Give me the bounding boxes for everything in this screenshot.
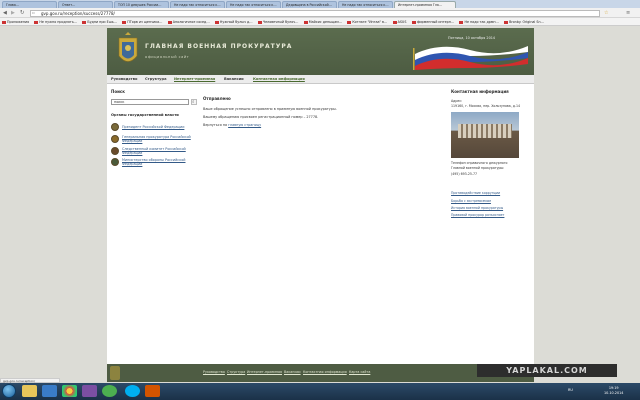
nav-item-contacts[interactable]: Контактная информация [253, 77, 305, 81]
app-icon[interactable] [102, 385, 117, 397]
bookmark[interactable]: Нужный булыч д… [213, 18, 255, 25]
page-icon: ▫ [32, 10, 35, 15]
site-subtitle: официальный сайт [145, 55, 190, 59]
reload-icon[interactable]: ↻ [20, 10, 25, 16]
main-nav [107, 75, 534, 84]
back-icon[interactable]: ◀ [3, 10, 7, 16]
app-icon[interactable] [145, 385, 160, 397]
bookmark[interactable]: фирменный интерн… [410, 18, 456, 25]
success-message: Ваше обращение успешно отправлено в прие… [203, 107, 337, 111]
browser-tab[interactable]: ТОП 10 девушек России… [114, 1, 169, 8]
bookmark[interactable]: Не надо так дрмн… [457, 18, 500, 25]
site-title: ГЛАВНАЯ ВОЕННАЯ ПРОКУРАТУРА [145, 43, 293, 50]
vs-icon[interactable] [82, 385, 97, 397]
president-emblem-icon [111, 123, 119, 131]
bookmark[interactable]: ASUS [391, 18, 409, 25]
nav-item-leadership[interactable]: Руководство [111, 77, 138, 81]
address-bar[interactable]: gvp.gov.ru/reception/success/27778/ [30, 9, 600, 17]
search-title: Поиск [111, 89, 125, 94]
browser-tab[interactable]: Не надо так относиться к… [170, 1, 225, 8]
extremism-link[interactable]: Борьба с экстремизмом [451, 199, 491, 203]
bookmark[interactable]: Майхис деньщам… [302, 18, 344, 25]
bookmark[interactable]: Апологичное сосед… [166, 18, 212, 25]
address-label: Адрес: [451, 99, 463, 103]
nav-item-structure[interactable]: Структура [145, 77, 167, 81]
nav-item-vacancies[interactable]: Вакансии [224, 77, 244, 81]
footer-link[interactable]: Карта сайта [349, 370, 370, 374]
star-icon[interactable]: ☆ [604, 10, 608, 16]
history-link[interactable]: История военной прокуратуры [451, 206, 503, 210]
committee-emblem-icon [111, 147, 119, 155]
media-player-icon[interactable] [42, 385, 57, 397]
footer-link[interactable]: Структура [227, 370, 245, 374]
browser-tab[interactable]: Не надо так относиться к… [338, 1, 393, 8]
registration-number: Вашему обращению присвоен регистрационны… [203, 115, 319, 119]
prosecutor-emblem-icon [111, 135, 119, 143]
footer-link[interactable]: Руководство [203, 370, 225, 374]
anticorruption-link[interactable]: Противодействие коррупции [451, 191, 500, 195]
menu-icon[interactable]: ≡ [626, 10, 630, 16]
skype-icon[interactable] [125, 385, 140, 397]
bookmark[interactable]: Будни при Ешь… [80, 18, 119, 25]
language-indicator[interactable]: RU [568, 388, 573, 392]
browser-tab[interactable]: Не надо так относиться к… [226, 1, 281, 8]
start-button[interactable] [2, 384, 16, 398]
page-title: Отправлено [203, 96, 231, 101]
phone-label: Телефон справочного дежурного [451, 161, 508, 165]
search-input[interactable]: поиск [111, 99, 189, 105]
browser-tab-active[interactable]: Интернет-приемная Гла… [394, 1, 456, 8]
clock-date: 10.10.2014 [604, 390, 624, 395]
explains-link[interactable]: Правовой прокурор разъясняет [451, 213, 504, 217]
phone-org: Главной военной прокуратуры: [451, 166, 505, 170]
defense-emblem-icon [111, 158, 119, 166]
browser-tab[interactable]: Ответ… [58, 1, 113, 8]
org-link[interactable]: Министерство обороны Российской Федераци… [122, 158, 198, 166]
forward-icon[interactable]: ▶ [11, 10, 15, 16]
emblem-icon [118, 32, 138, 62]
browser-tab[interactable]: Глава… [2, 1, 57, 8]
address: 119160, г. Москва, пер. Хользунова, д.14 [451, 104, 521, 108]
contact-title: Контактная информация [451, 89, 509, 94]
orgs-title: Органы государственной власти [111, 113, 179, 117]
footer-link[interactable]: Вакансии [284, 370, 301, 374]
footer-link[interactable]: Контактная информация [303, 370, 347, 374]
bookmark[interactable]: Не нужно продлять… [32, 18, 79, 25]
phone-number: (495) 693-25-77 [451, 172, 478, 176]
org-link[interactable]: Генеральная прокуратура Российской Федер… [122, 135, 198, 143]
nav-item-reception[interactable]: Интернет-приемная [174, 77, 215, 81]
bookmarks-bar: Приложения Не нужно продлять… Будни при … [0, 18, 640, 26]
building-facade [458, 124, 512, 138]
back-text: Вернуться на главную страницу [203, 123, 261, 127]
clock[interactable]: 19:19 10.10.2014 [604, 386, 623, 395]
org-link[interactable]: Следственный комитет Российской Федераци… [122, 147, 198, 155]
footer-emblem-icon [110, 366, 120, 380]
bookmark[interactable]: Приложения [0, 18, 31, 25]
bookmark[interactable]: ПТорв из щенчика… [120, 18, 164, 25]
back-prefix: Вернуться на [203, 123, 228, 127]
footer-link[interactable]: Интернет-приемная [247, 370, 282, 374]
search-icon: ⌕ [192, 100, 195, 105]
home-link[interactable]: главную страницу [228, 123, 261, 127]
org-link[interactable]: Президент Российской Федерации [122, 125, 198, 129]
bookmark[interactable]: Человечный булоч… [256, 18, 301, 25]
bookmark[interactable]: Bronby. Original Sn… [502, 18, 546, 25]
browser-tab[interactable]: Дедовщина в Российской… [282, 1, 337, 8]
flag-icon [413, 46, 528, 70]
bookmark[interactable]: Котнаге "Ингаа" в… [345, 18, 389, 25]
chrome-icon[interactable] [62, 385, 77, 397]
watermark: YAPLAKAL.COM [477, 364, 617, 377]
explorer-icon[interactable] [22, 385, 37, 397]
